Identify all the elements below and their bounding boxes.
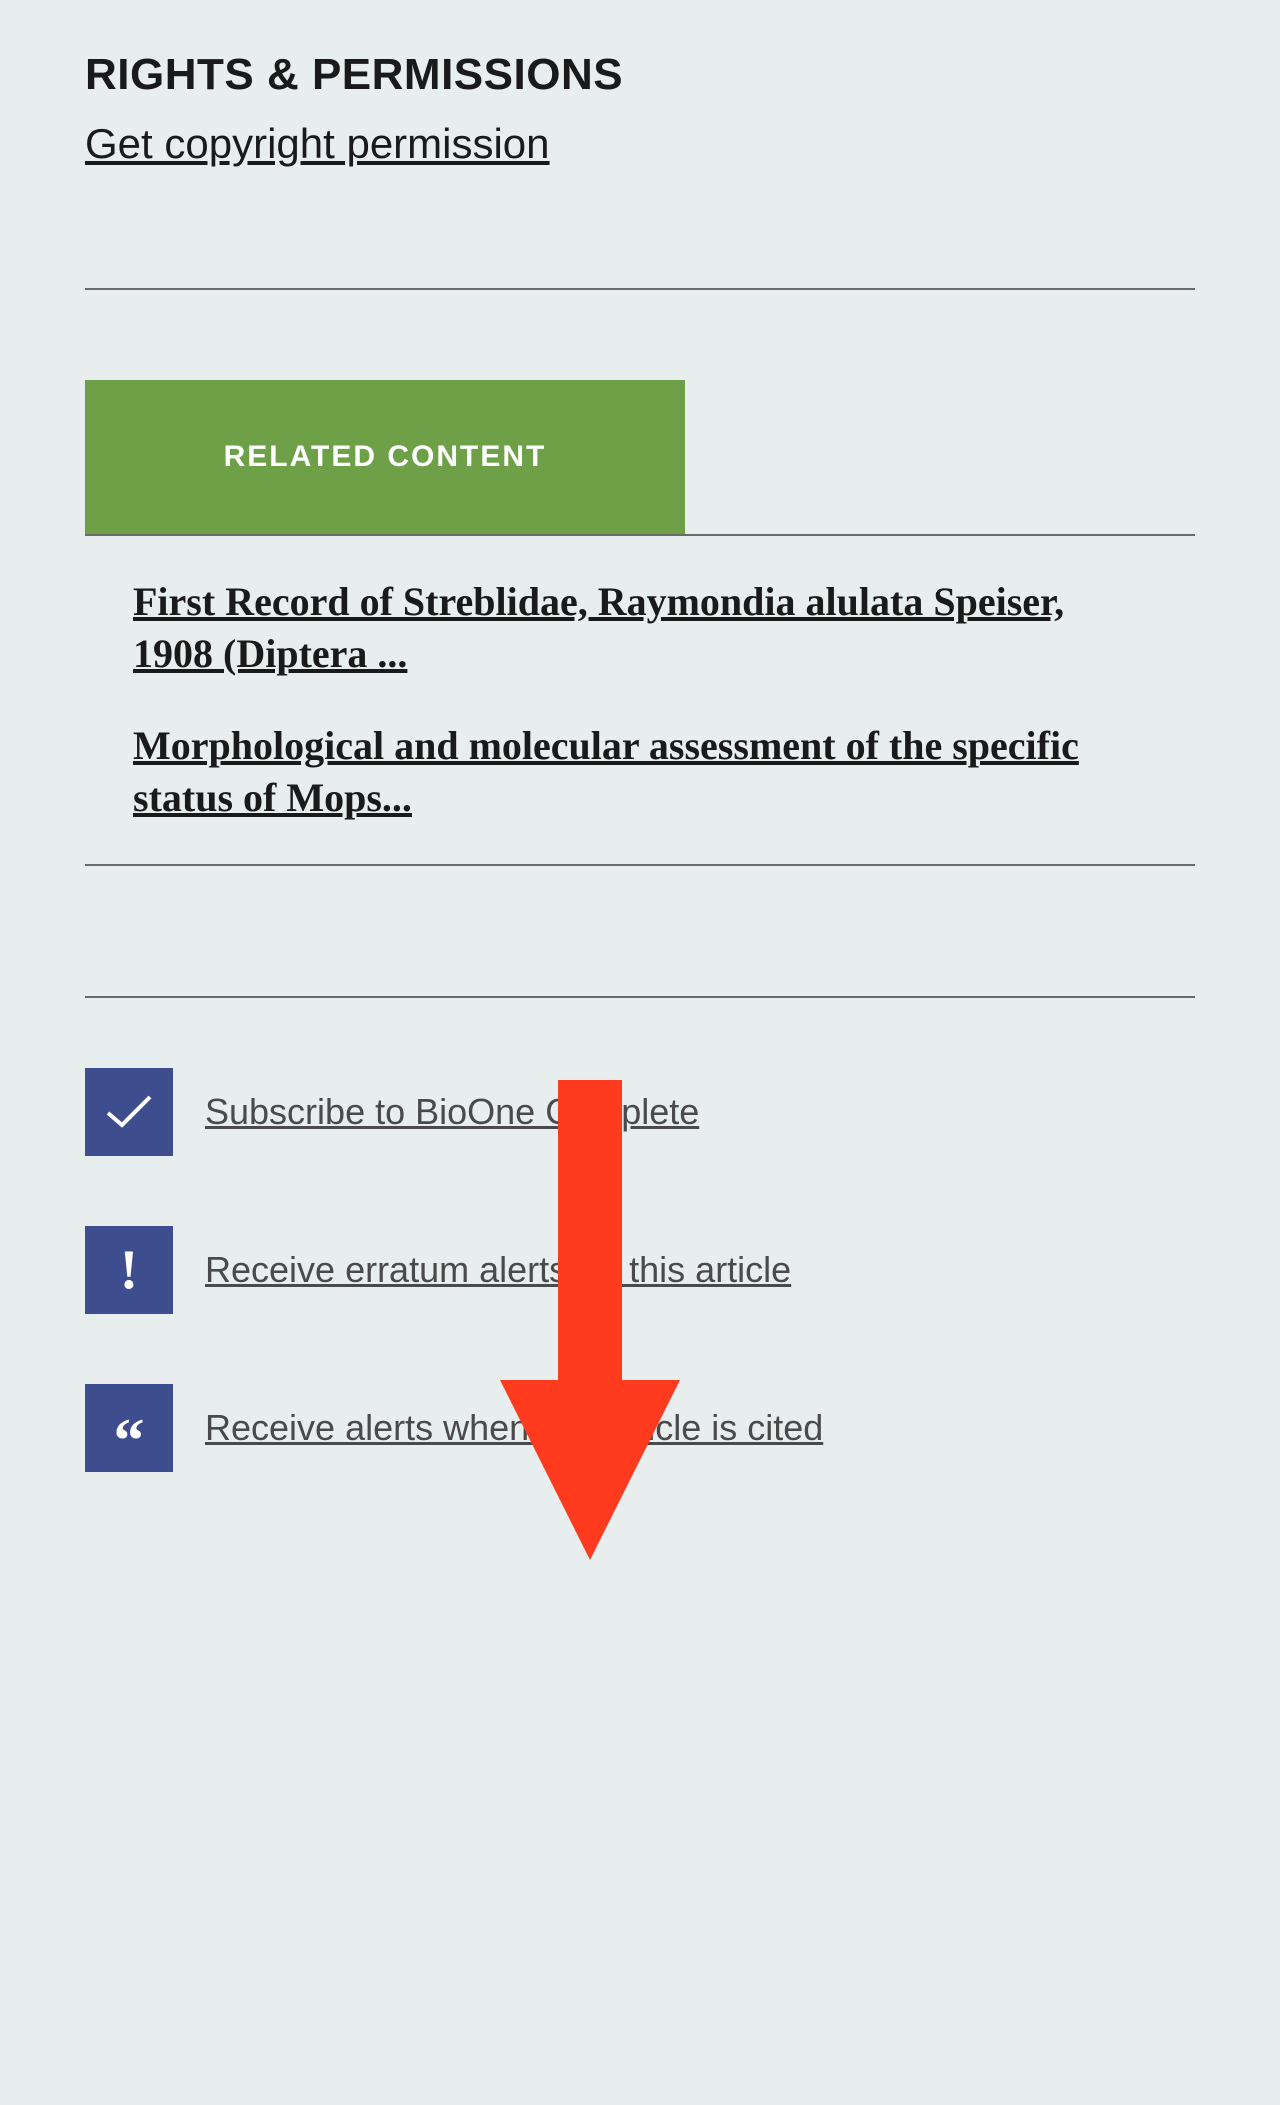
quote-icon[interactable]: “ [85,1384,173,1472]
check-icon[interactable] [85,1068,173,1156]
subscribe-link[interactable]: Subscribe to BioOne Complete [205,1091,699,1133]
section-divider [85,288,1195,290]
rights-title: RIGHTS & PERMISSIONS [85,50,1195,100]
related-article-link[interactable]: Morphological and molecular assessment o… [133,720,1147,824]
related-items-list: First Record of Streblidae, Raymondia al… [85,576,1195,824]
cited-alerts-link[interactable]: Receive alerts when this article is cite… [205,1407,823,1449]
section-divider [85,864,1195,866]
subscribe-row: Subscribe to BioOne Complete [85,1068,1195,1156]
exclamation-icon[interactable]: ! [85,1226,173,1314]
cited-row: “ Receive alerts when this article is ci… [85,1384,1195,1472]
erratum-alerts-link[interactable]: Receive erratum alerts for this article [205,1249,791,1291]
related-content-tab[interactable]: RELATED CONTENT [85,380,685,534]
copyright-permission-link[interactable]: Get copyright permission [85,120,550,168]
erratum-row: ! Receive erratum alerts for this articl… [85,1226,1195,1314]
sidebar-panel: RIGHTS & PERMISSIONS Get copyright permi… [0,0,1280,1592]
section-divider [85,996,1195,998]
related-article-link[interactable]: First Record of Streblidae, Raymondia al… [133,576,1147,680]
tab-underline [85,534,1195,536]
